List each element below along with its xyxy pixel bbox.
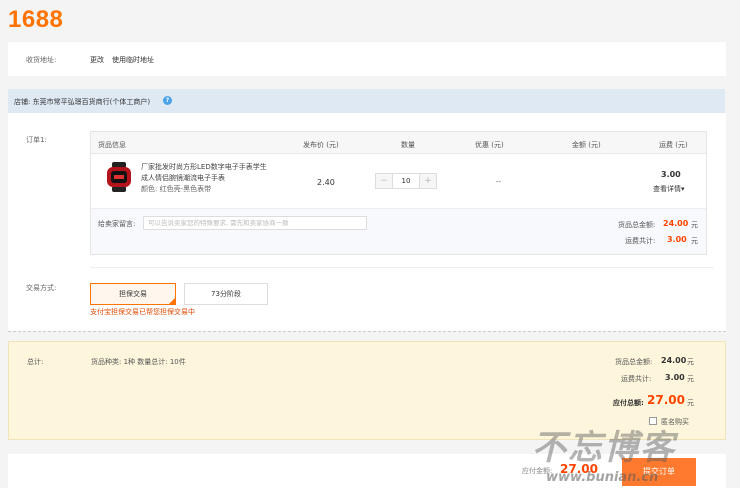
ship-total-label: 运费共计: <box>625 237 656 245</box>
question-circle-icon[interactable]: ? <box>163 96 172 105</box>
summary-goods-label: 货品总金额: <box>615 358 653 366</box>
col-discount: 优惠 (元) <box>475 141 504 149</box>
selected-corner-icon <box>168 297 176 305</box>
product-spec: 颜色: 红色壳-黑色表带 <box>141 185 212 193</box>
shipping-value: 3.00 <box>661 170 681 179</box>
order-label: 订单1: <box>26 136 47 144</box>
col-qty: 数量 <box>401 141 415 149</box>
trade-option-staged[interactable]: 73分阶段 <box>184 283 268 305</box>
discount-value: -- <box>496 178 502 186</box>
message-row: 给卖家留言: 可以告诉卖家您的特殊要求, 需先和卖家协商一致 货品总金额: 24… <box>91 208 706 254</box>
watermark-title: 不忘博客 <box>532 428 676 468</box>
col-shipping: 运费 (元) <box>659 141 688 149</box>
summary-ship-value: 3.00 <box>665 373 685 382</box>
trade-option-guarantee-label: 担保交易 <box>119 290 147 298</box>
change-address-link[interactable]: 更改 <box>90 55 104 65</box>
col-price: 发布价 (元) <box>303 141 339 149</box>
dashed-divider <box>8 331 726 332</box>
shop-bar: 店铺: 东莞市常平弘璟百货商行(个体工商户) ? <box>8 89 725 113</box>
summary-pay-unit: 元 <box>687 399 694 407</box>
message-input[interactable]: 可以告诉卖家您的特殊要求, 需先和卖家协商一致 <box>143 216 367 230</box>
goods-total-label: 货品总金额: <box>618 221 656 229</box>
address-panel: 收货地址: 更改 使用临时地址 <box>8 42 726 76</box>
product-title-line1[interactable]: 厂家批发时尚方形LED数字电子手表学生 <box>141 162 267 172</box>
goods-total-unit: 元 <box>691 221 698 229</box>
summary-goods-value: 24.00 <box>661 356 687 365</box>
address-label: 收货地址: <box>26 56 57 64</box>
trade-option-staged-label: 73分阶段 <box>211 290 241 298</box>
col-goods: 货品信息 <box>98 141 126 149</box>
unit-price: 2.40 <box>317 178 335 187</box>
order-table: 货品信息 发布价 (元) 数量 优惠 (元) 金额 (元) 运费 (元) 厂家批… <box>90 131 707 255</box>
trade-option-guarantee[interactable]: 担保交易 <box>90 283 176 305</box>
watermark: 不忘博客 www.bunian.cn <box>510 420 740 488</box>
temp-address-link[interactable]: 使用临时地址 <box>112 55 154 65</box>
shipping-detail-link[interactable]: 查看详情▾ <box>653 184 685 194</box>
product-title-line2[interactable]: 成人情侣腕镜潮流电子手表 <box>141 173 225 183</box>
trade-note: 支付宝担保交易已帮您担保交易中 <box>90 308 195 316</box>
ship-total-unit: 元 <box>691 237 698 245</box>
product-watch-image[interactable] <box>104 162 134 192</box>
watermark-url: www.bunian.cn <box>546 470 659 485</box>
order-table-header: 货品信息 发布价 (元) 数量 优惠 (元) 金额 (元) 运费 (元) <box>91 132 706 154</box>
qty-input[interactable]: 10 <box>392 174 420 188</box>
logo-1688[interactable]: 1688 <box>8 6 63 34</box>
order-panel: 订单1: 货品信息 发布价 (元) 数量 优惠 (元) 金额 (元) 运费 (元… <box>8 113 726 331</box>
summary-ship-unit: 元 <box>687 375 694 383</box>
divider <box>90 267 714 268</box>
qty-plus-button[interactable]: + <box>420 174 436 188</box>
col-amount: 金额 (元) <box>572 141 601 149</box>
summary-counts: 货品种类: 1种 数量总计: 10件 <box>91 358 186 366</box>
quantity-stepper: − 10 + <box>375 173 437 189</box>
ship-total-value: 3.00 <box>667 235 687 244</box>
summary-label: 总计: <box>27 358 44 366</box>
summary-pay-value: 27.00 <box>647 393 685 407</box>
summary-goods-unit: 元 <box>687 358 694 366</box>
shop-name[interactable]: 店铺: 东莞市常平弘璟百货商行(个体工商户) <box>14 97 150 107</box>
message-label: 给卖家留言: <box>98 220 136 228</box>
summary-ship-label: 运费共计: <box>621 375 652 383</box>
summary-pay-label: 应付总额: <box>613 399 644 407</box>
trade-method-label: 交易方式: <box>26 284 57 292</box>
goods-total-value: 24.00 <box>663 219 689 228</box>
qty-minus-button[interactable]: − <box>376 174 392 188</box>
